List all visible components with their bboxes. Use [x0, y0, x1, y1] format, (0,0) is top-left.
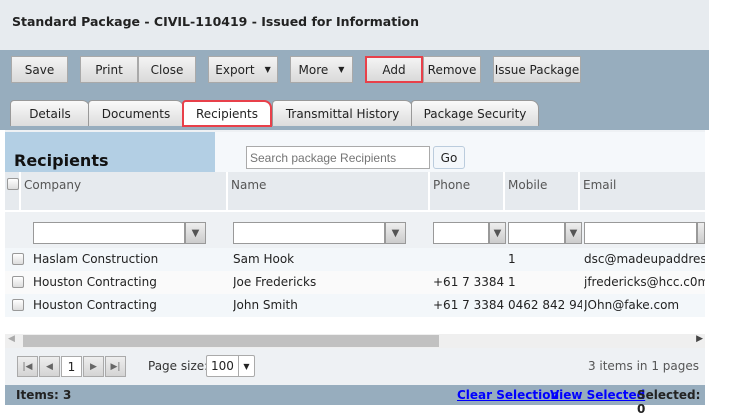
- table-row[interactable]: Houston Contracting John Smith +61 7 338…: [5, 294, 705, 317]
- name-cell: Sam Hook: [233, 252, 295, 266]
- column-header-email[interactable]: Email: [580, 172, 705, 210]
- column-header-phone[interactable]: Phone: [430, 172, 505, 210]
- panel-header: Recipients: [5, 132, 215, 172]
- row-checkbox[interactable]: [12, 276, 24, 288]
- mobile-cell: 0462 842 941: [508, 298, 582, 312]
- caret-down-icon: ▼: [338, 65, 345, 74]
- scrollbar-thumb[interactable]: [23, 335, 439, 347]
- search-input[interactable]: [246, 146, 430, 169]
- filter-icon[interactable]: ▼: [185, 222, 206, 244]
- name-cell: Joe Fredericks: [233, 275, 317, 289]
- items-count: Items: 3: [16, 388, 72, 402]
- issue-package-button[interactable]: Issue Package: [493, 56, 581, 83]
- tab-details[interactable]: Details: [10, 100, 90, 126]
- tab-documents[interactable]: Documents: [88, 100, 184, 126]
- scroll-left-icon[interactable]: ◀: [8, 334, 15, 344]
- caret-down-icon: ▼: [238, 356, 254, 376]
- tab-package-security[interactable]: Package Security: [411, 100, 539, 126]
- pager-summary: 3 items in 1 pages: [587, 359, 699, 373]
- clear-selection-link[interactable]: Clear Selection: [457, 388, 559, 402]
- add-button[interactable]: Add: [365, 56, 423, 83]
- filter-icon[interactable]: ▼: [385, 222, 406, 244]
- save-button[interactable]: Save: [11, 56, 68, 83]
- last-page-button[interactable]: ▶|: [105, 356, 126, 377]
- company-filter-input[interactable]: [33, 222, 185, 244]
- company-cell: Houston Contracting: [33, 275, 157, 289]
- status-bar: Items: 3 Clear Selection View Selected S…: [5, 385, 705, 416]
- close-button[interactable]: Close: [138, 56, 196, 83]
- tab-transmittal-history[interactable]: Transmittal History: [272, 100, 413, 126]
- remove-button[interactable]: Remove: [423, 56, 481, 83]
- phone-cell: +61 7 3384 4: [433, 275, 506, 289]
- current-page[interactable]: 1: [61, 356, 82, 377]
- name-cell: John Smith: [233, 298, 298, 312]
- select-all-header: [5, 172, 21, 210]
- table-row[interactable]: Haslam Construction Sam Hook 1 dsc@madeu…: [5, 248, 705, 271]
- company-cell: Haslam Construction: [33, 252, 159, 266]
- email-filter-input[interactable]: [584, 222, 697, 244]
- company-cell: Houston Contracting: [33, 298, 157, 312]
- filter-row: ▼ ▼ ▼ ▼: [5, 210, 705, 247]
- page-size-select[interactable]: 100 ▼: [206, 355, 255, 377]
- table-row[interactable]: Houston Contracting Joe Fredericks +61 7…: [5, 271, 705, 294]
- recipients-panel: Recipients Go Company Name Phone Mobile …: [5, 130, 705, 405]
- filter-icon[interactable]: ▼: [565, 222, 582, 244]
- more-label: More: [298, 62, 329, 77]
- mobile-filter-input[interactable]: [508, 222, 565, 244]
- mobile-cell: 1: [508, 275, 516, 289]
- export-button[interactable]: Export ▼: [208, 56, 278, 83]
- column-header-company[interactable]: Company: [21, 172, 228, 210]
- mobile-cell: 1: [508, 252, 516, 266]
- view-selected-link[interactable]: View Selected: [550, 388, 645, 402]
- more-button[interactable]: More ▼: [290, 56, 353, 83]
- email-cell: JOhn@fake.com: [584, 298, 680, 312]
- phone-cell: +61 7 3384 4: [433, 298, 506, 312]
- page-size-value: 100: [211, 359, 234, 373]
- name-filter-input[interactable]: [233, 222, 385, 244]
- filter-icon[interactable]: [697, 222, 705, 244]
- search-bar: Go: [215, 132, 705, 172]
- selected-count: Selected: 0: [637, 388, 701, 416]
- tab-recipients[interactable]: Recipients: [182, 100, 272, 127]
- grid-empty-space: [5, 317, 705, 334]
- header: Standard Package - CIVIL-110419 - Issued…: [0, 0, 709, 50]
- select-all-checkbox[interactable]: [7, 178, 19, 190]
- page-size-label: Page size:: [148, 359, 209, 373]
- email-cell: dsc@madeupaddress.com: [584, 252, 705, 266]
- column-header-mobile[interactable]: Mobile: [505, 172, 580, 210]
- column-header-name[interactable]: Name: [228, 172, 430, 210]
- toolbar: Save Print Close Export ▼ More ▼ Add Remov…: [0, 50, 709, 130]
- row-checkbox[interactable]: [12, 253, 24, 265]
- caret-down-icon: ▼: [264, 65, 271, 74]
- prev-page-button[interactable]: ◀: [39, 356, 60, 377]
- export-label: Export: [215, 62, 255, 77]
- phone-filter-input[interactable]: [433, 222, 489, 244]
- filter-icon[interactable]: ▼: [489, 222, 506, 244]
- next-page-button[interactable]: ▶: [83, 356, 104, 377]
- horizontal-scrollbar[interactable]: ◀ ▶: [5, 334, 705, 348]
- email-cell: jfredericks@hcc.c0m: [584, 275, 705, 289]
- row-checkbox[interactable]: [12, 299, 24, 311]
- scroll-right-icon[interactable]: ▶: [696, 334, 703, 344]
- page-title: Standard Package - CIVIL-110419 - Issued…: [12, 14, 419, 29]
- panel-title: Recipients: [14, 151, 109, 170]
- go-button[interactable]: Go: [433, 146, 465, 169]
- print-button[interactable]: Print: [80, 56, 138, 83]
- first-page-button[interactable]: |◀: [17, 356, 38, 377]
